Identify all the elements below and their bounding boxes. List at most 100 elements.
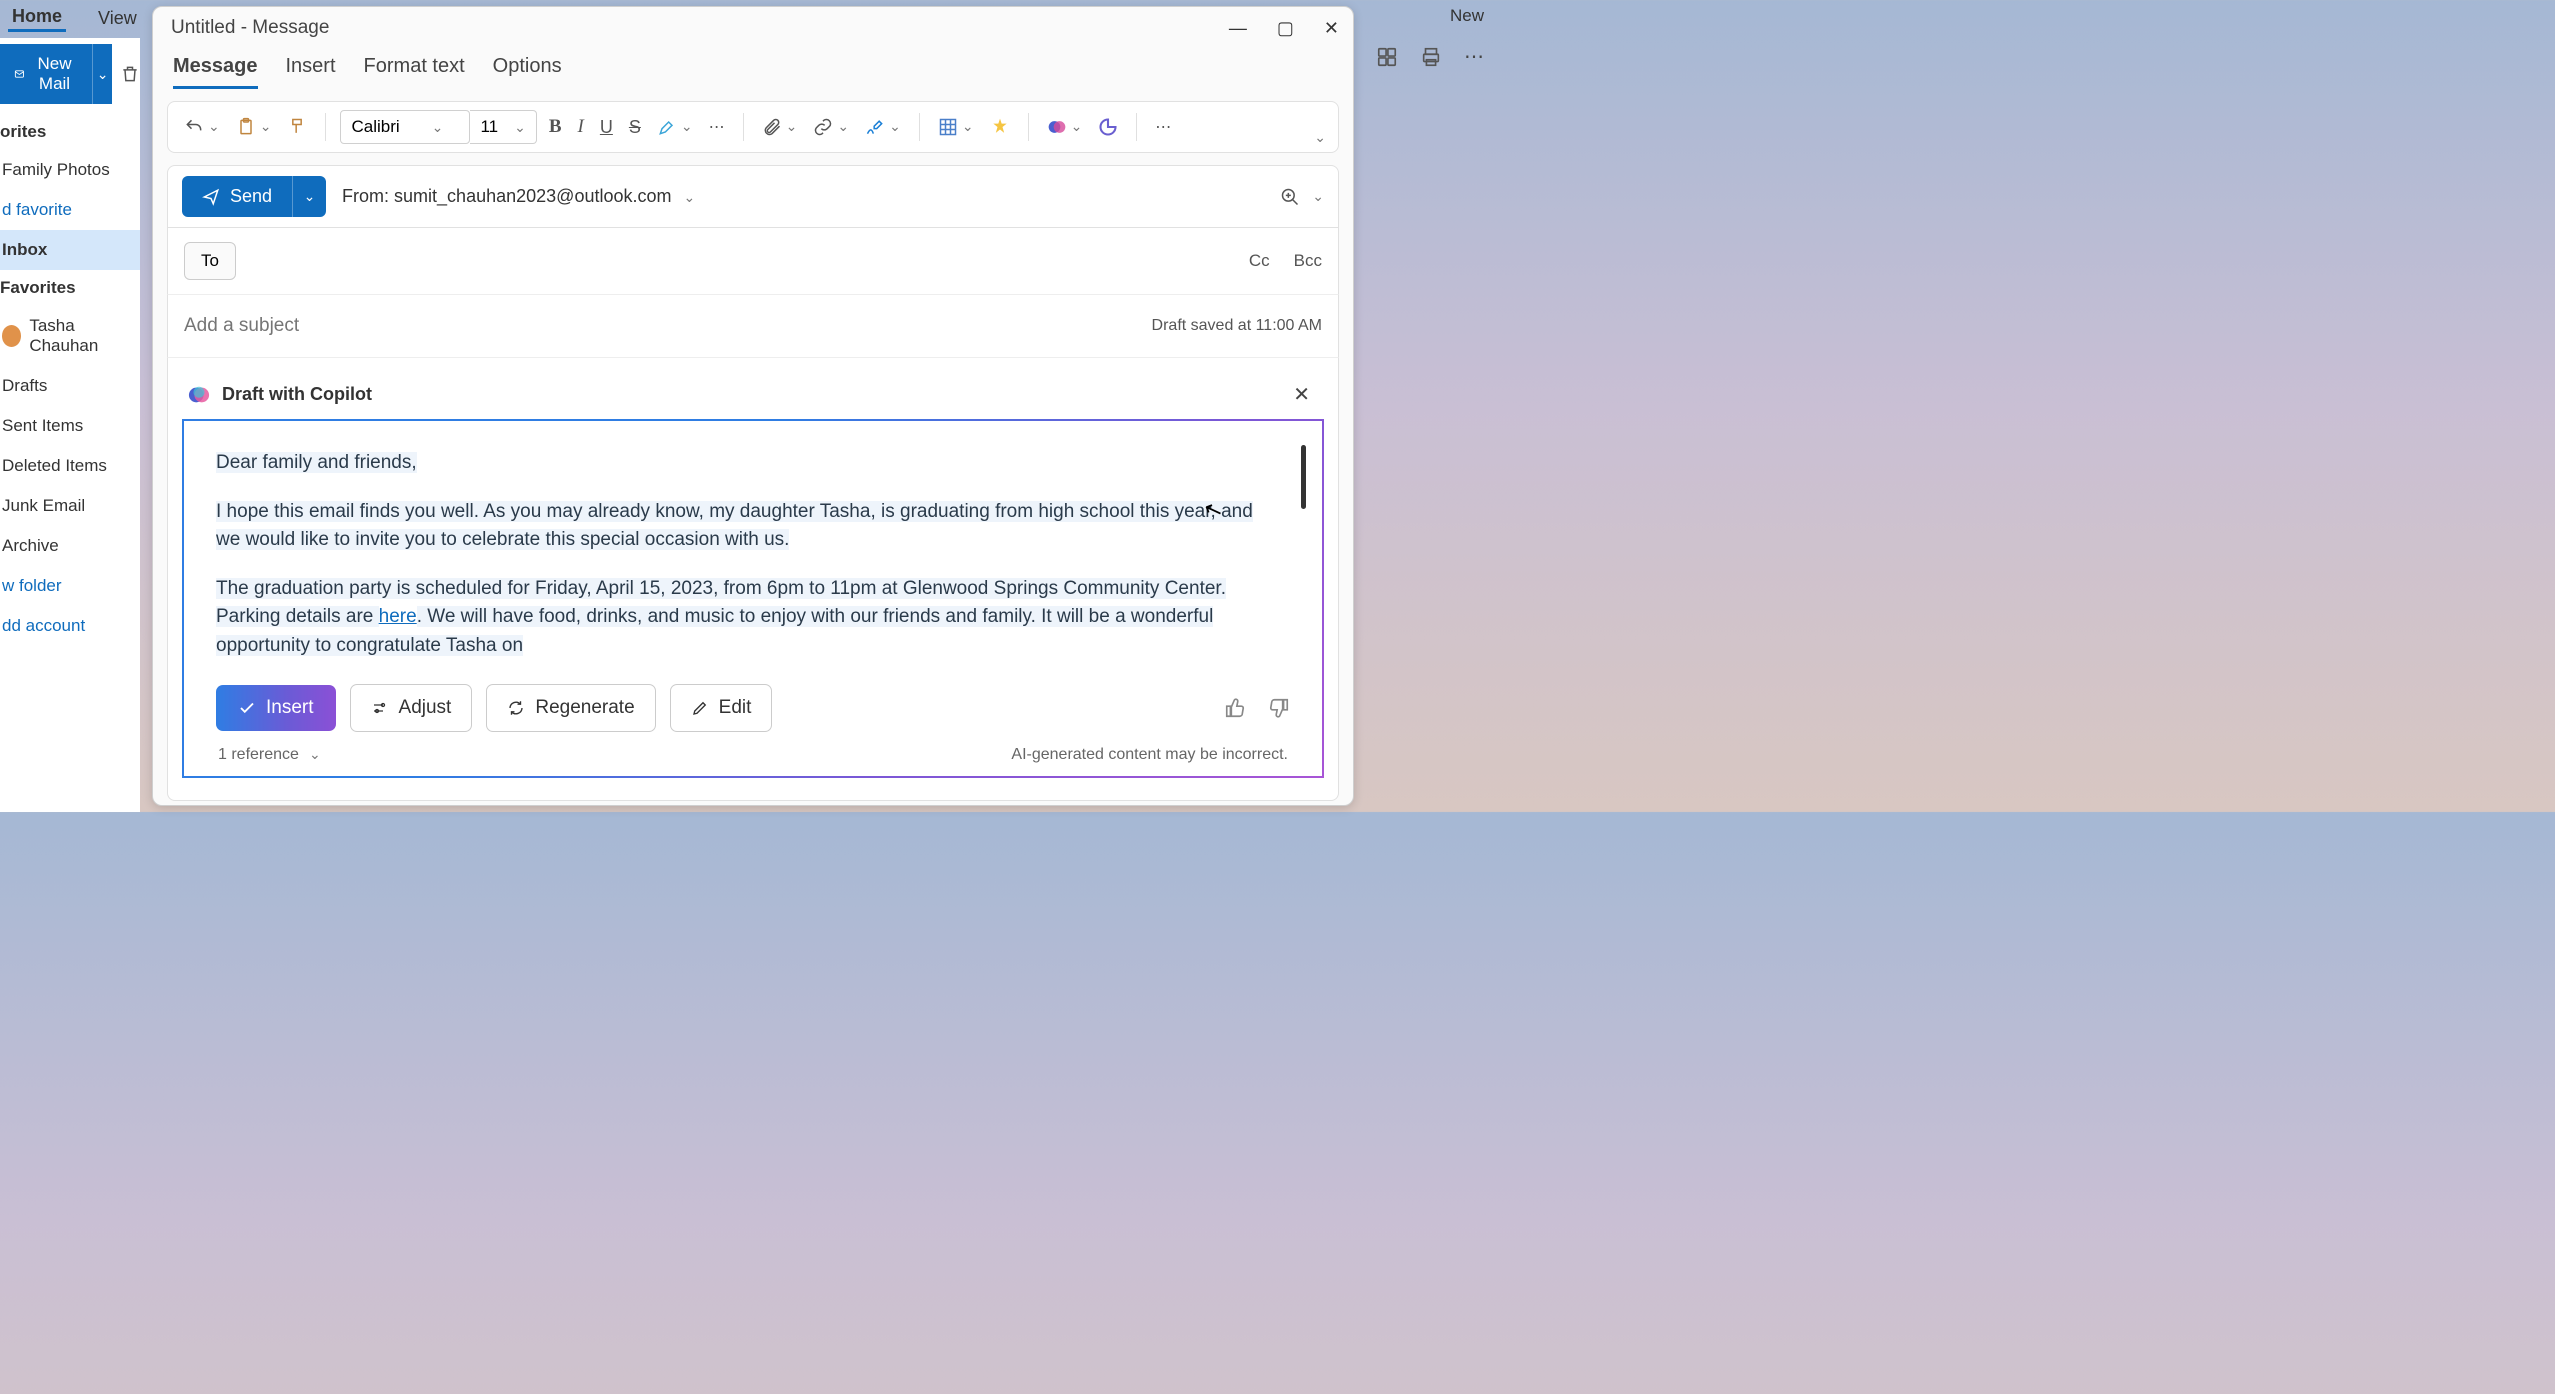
italic-icon[interactable]: I bbox=[574, 112, 588, 142]
sidebar-item-deleted[interactable]: Deleted Items bbox=[0, 446, 140, 486]
paste-icon[interactable] bbox=[232, 113, 276, 141]
subject-row: Draft saved at 11:00 AM bbox=[167, 295, 1339, 358]
delete-icon[interactable] bbox=[120, 44, 140, 104]
copilot-title: Draft with Copilot bbox=[222, 384, 372, 405]
cc-button[interactable]: Cc bbox=[1249, 251, 1270, 271]
print-icon[interactable] bbox=[1420, 46, 1442, 68]
send-chevron[interactable] bbox=[292, 176, 326, 217]
sidebar-item-junk[interactable]: Junk Email bbox=[0, 486, 140, 526]
tab-options[interactable]: Options bbox=[493, 55, 562, 89]
new-mail-label: New Mail bbox=[31, 54, 78, 94]
sidebar-item-tasha[interactable]: Tasha Chauhan bbox=[0, 306, 140, 366]
underline-icon[interactable]: U bbox=[596, 113, 617, 142]
bold-icon[interactable]: B bbox=[545, 112, 566, 142]
subject-input[interactable] bbox=[184, 315, 1152, 337]
table-icon[interactable] bbox=[934, 113, 978, 141]
strikethrough-icon[interactable]: S bbox=[625, 113, 645, 142]
reference-label: 1 reference bbox=[218, 746, 299, 764]
thumbs-down-icon[interactable] bbox=[1268, 697, 1290, 719]
sidebar-item-archive[interactable]: Archive bbox=[0, 526, 140, 566]
send-label: Send bbox=[230, 186, 272, 207]
sidebar-item-drafts[interactable]: Drafts bbox=[0, 366, 140, 406]
collapse-ribbon-icon[interactable]: ⌄ bbox=[1314, 129, 1326, 146]
send-button[interactable]: Send bbox=[182, 176, 292, 217]
bcc-button[interactable]: Bcc bbox=[1294, 251, 1322, 271]
scrollbar[interactable] bbox=[1301, 445, 1306, 509]
tab-message[interactable]: Message bbox=[173, 55, 258, 89]
edit-label: Edit bbox=[719, 697, 752, 719]
attach-icon[interactable] bbox=[758, 113, 802, 141]
new-mail-button[interactable]: New Mail bbox=[0, 44, 92, 104]
sidebar-item-inbox[interactable]: Inbox bbox=[0, 230, 140, 270]
sidebar-favorites-header: orites bbox=[0, 114, 140, 150]
chevron-down-icon bbox=[307, 746, 321, 764]
ai-disclaimer: AI-generated content may be incorrect. bbox=[1011, 746, 1288, 764]
from-selector[interactable]: From: sumit_chauhan2023@outlook.com bbox=[342, 186, 695, 207]
chevron-down-icon bbox=[430, 117, 444, 137]
edit-button[interactable]: Edit bbox=[670, 684, 773, 732]
loop-icon[interactable] bbox=[1094, 113, 1122, 141]
zoom-icon[interactable] bbox=[1280, 187, 1300, 207]
format-painter-icon[interactable] bbox=[283, 113, 311, 141]
more-ribbon-icon[interactable]: ⋯ bbox=[1151, 113, 1175, 141]
window-title: Untitled - Message bbox=[171, 17, 329, 39]
app-top-tabs: Home View bbox=[0, 0, 149, 36]
compose-titlebar: Untitled - Message — ▢ ✕ bbox=[153, 7, 1353, 45]
minimize-icon[interactable]: — bbox=[1229, 18, 1247, 39]
tab-home[interactable]: Home bbox=[8, 4, 66, 32]
highlight-icon[interactable] bbox=[653, 113, 697, 141]
thumbs-up-icon[interactable] bbox=[1224, 697, 1246, 719]
reference-toggle[interactable]: 1 reference bbox=[218, 746, 321, 764]
copilot-generated-text[interactable]: Dear family and friends, I hope this ema… bbox=[216, 449, 1266, 660]
font-name-value: Calibri bbox=[351, 117, 399, 137]
close-icon[interactable]: ✕ bbox=[1324, 18, 1339, 39]
dictate-icon[interactable] bbox=[986, 113, 1014, 141]
sidebar: New Mail orites Family Photos d favorite… bbox=[0, 38, 140, 812]
regenerate-label: Regenerate bbox=[535, 697, 634, 719]
maximize-icon[interactable]: ▢ bbox=[1277, 18, 1294, 39]
new-mail-chevron[interactable] bbox=[92, 44, 112, 104]
copilot-ribbon-icon[interactable] bbox=[1043, 113, 1087, 141]
to-button[interactable]: To bbox=[184, 242, 236, 280]
new-button-top[interactable]: New bbox=[1450, 6, 1484, 26]
copilot-actions: Insert Adjust Regenerate Edit bbox=[216, 684, 1290, 732]
adjust-button[interactable]: Adjust bbox=[350, 684, 473, 732]
link-icon[interactable] bbox=[809, 113, 853, 141]
adjust-label: Adjust bbox=[399, 697, 452, 719]
chevron-down-icon bbox=[682, 186, 696, 206]
sidebar-item-sent[interactable]: Sent Items bbox=[0, 406, 140, 446]
copilot-paragraph: I hope this email finds you well. As you… bbox=[216, 501, 1253, 551]
right-toolbar: ⋯ bbox=[1376, 44, 1484, 69]
compose-tabs: Message Insert Format text Options bbox=[153, 45, 1353, 89]
copilot-draft-box: ↖ Dear family and friends, I hope this e… bbox=[182, 419, 1324, 778]
split-view-icon[interactable] bbox=[1376, 46, 1398, 68]
more-formatting-icon[interactable]: ⋯ bbox=[705, 113, 729, 141]
copilot-footer: 1 reference AI-generated content may be … bbox=[216, 732, 1290, 764]
copilot-logo-icon bbox=[188, 384, 210, 406]
signature-icon[interactable] bbox=[861, 113, 905, 141]
message-body[interactable]: Draft with Copilot ✕ ↖ Dear family and f… bbox=[167, 358, 1339, 801]
tab-insert[interactable]: Insert bbox=[286, 55, 336, 89]
from-label-text: From: sumit_chauhan2023@outlook.com bbox=[342, 186, 671, 206]
more-icon[interactable]: ⋯ bbox=[1464, 44, 1484, 69]
tab-format-text[interactable]: Format text bbox=[364, 55, 465, 89]
insert-button[interactable]: Insert bbox=[216, 685, 336, 731]
chevron-down-icon bbox=[512, 117, 526, 137]
font-size-select[interactable]: 11 bbox=[470, 110, 536, 144]
undo-icon[interactable] bbox=[180, 113, 224, 141]
avatar-icon bbox=[2, 325, 21, 347]
sidebar-new-folder[interactable]: w folder bbox=[0, 566, 140, 606]
font-name-select[interactable]: Calibri bbox=[340, 110, 470, 144]
regenerate-button[interactable]: Regenerate bbox=[486, 684, 655, 732]
font-size-value: 11 bbox=[480, 117, 498, 137]
sidebar-item-family-photos[interactable]: Family Photos bbox=[0, 150, 140, 190]
copilot-close-icon[interactable]: ✕ bbox=[1293, 382, 1310, 407]
compose-window: Untitled - Message — ▢ ✕ Message Insert … bbox=[152, 6, 1354, 806]
chevron-down-icon[interactable] bbox=[1310, 188, 1324, 206]
parking-link[interactable]: here bbox=[379, 606, 417, 627]
sidebar-favorites-section: Favorites bbox=[0, 270, 140, 306]
sidebar-add-account[interactable]: dd account bbox=[0, 606, 140, 646]
send-row: Send From: sumit_chauhan2023@outlook.com bbox=[167, 165, 1339, 228]
sidebar-add-favorite[interactable]: d favorite bbox=[0, 190, 140, 230]
tab-view[interactable]: View bbox=[94, 6, 141, 31]
